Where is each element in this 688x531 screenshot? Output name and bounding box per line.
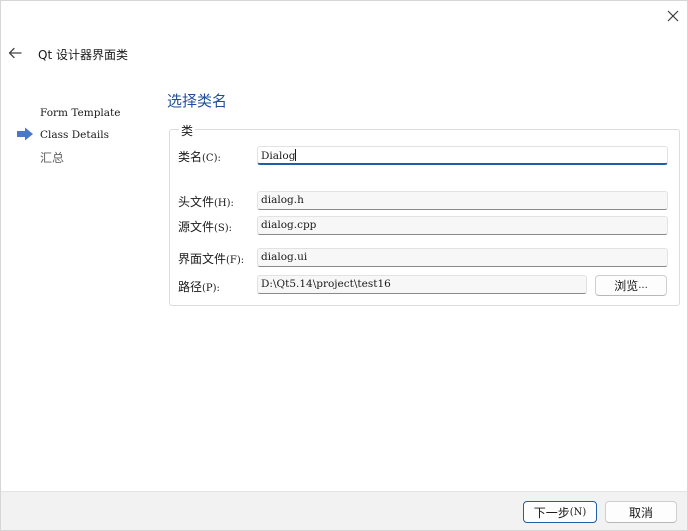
form-file-label: 界面文件(F): [178,252,245,266]
button-bar: 下一步 (N) 取消 [1,491,687,530]
cancel-button[interactable]: 取消 [605,501,677,523]
groupbox-title: 类 [179,122,196,139]
back-button[interactable] [5,43,25,63]
page-title: 选择类名 [167,92,228,110]
class-name-label: 类名(C): [178,150,221,164]
step-form-template: Form Template [40,107,121,119]
path-input[interactable]: D:\Qt5.14\project\test16 [257,275,587,294]
next-button[interactable]: 下一步 (N) [523,501,597,523]
path-label: 路径(P): [178,280,220,294]
step-class-details: Class Details [40,129,109,141]
header-file-label: 头文件(H): [178,195,234,209]
form-file-input[interactable]: dialog.ui [257,248,668,267]
source-file-input[interactable]: dialog.cpp [257,216,668,235]
arrow-left-icon [8,47,22,59]
text-caret [295,149,297,161]
source-file-label: 源文件(S): [178,220,233,234]
window-title: Qt 设计器界面类 [38,48,128,62]
class-name-input[interactable]: Dialog [257,146,668,165]
current-step-arrow-icon [17,127,33,141]
browse-button[interactable]: 浏览... [595,275,667,296]
close-button[interactable] [661,5,685,27]
close-icon [667,10,679,22]
wizard-window: Qt 设计器界面类 Form Template Class Details 汇总… [0,0,688,531]
step-summary: 汇总 [40,151,65,165]
header-file-input[interactable]: dialog.h [257,191,668,210]
